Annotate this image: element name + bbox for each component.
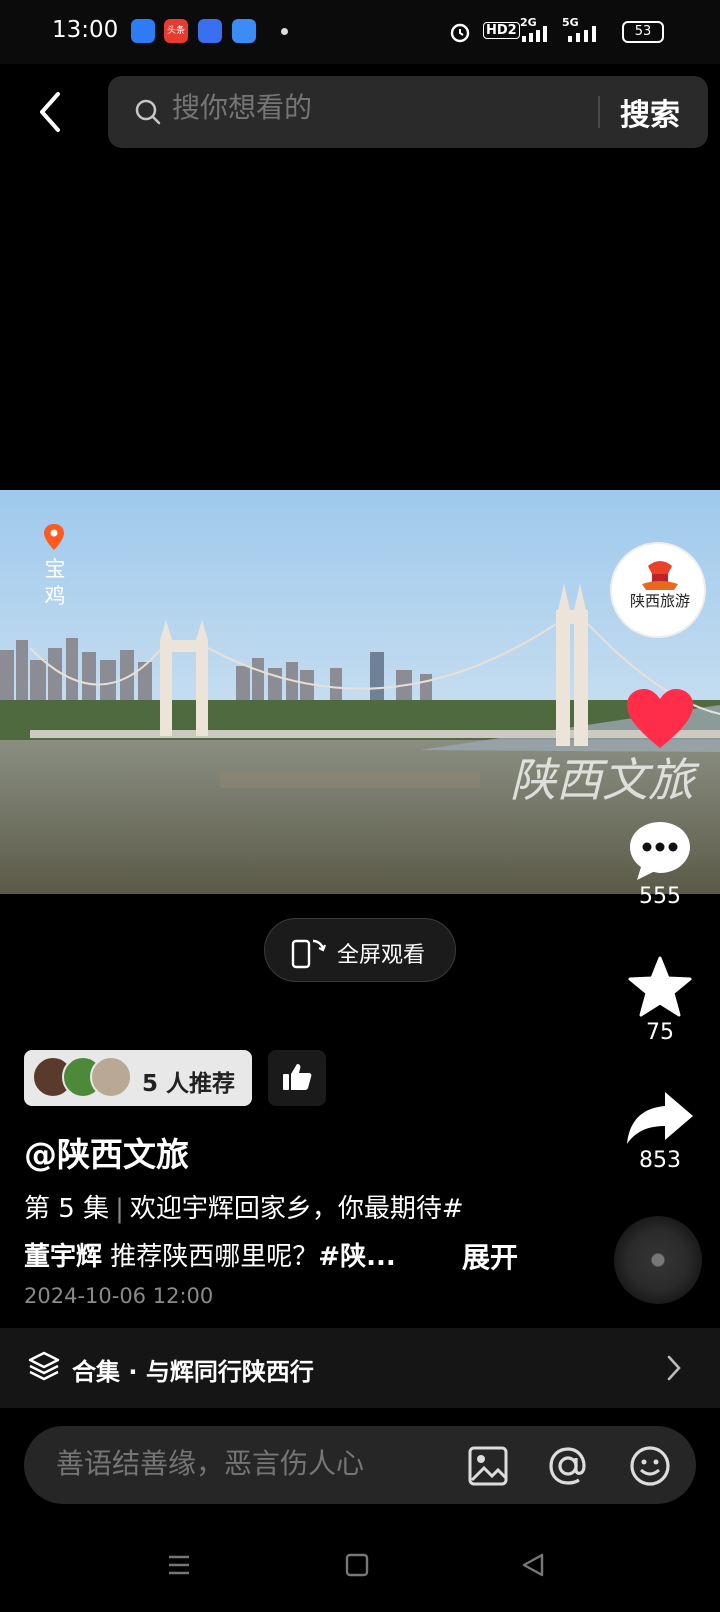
thumbs-up-button[interactable] — [268, 1050, 326, 1106]
menu-nav-icon[interactable] — [166, 1552, 192, 1578]
browser-app-icon — [131, 19, 155, 43]
share-count: 853 — [639, 1148, 681, 1173]
episode-separator: | — [115, 1194, 124, 1224]
shaanxi-tourism-logo: 陕西旅游 — [630, 561, 690, 610]
at-mention-icon[interactable] — [546, 1444, 590, 1488]
emoji-icon[interactable] — [628, 1444, 672, 1488]
recommend-box[interactable]: 5 人推荐 — [24, 1050, 252, 1106]
author-avatar[interactable]: 陕西旅游 — [610, 542, 706, 638]
favorite-action[interactable]: 75 — [620, 956, 700, 1045]
favorite-count: 75 — [646, 1020, 674, 1045]
collection-label: 合集 · 与辉同行陕西行 — [72, 1358, 314, 1386]
hd-indicator: HD2 — [483, 22, 520, 39]
search-divider — [598, 96, 600, 128]
recommend-count-label: 5 人推荐 — [142, 1071, 236, 1097]
hashtag-link[interactable]: #陕... — [318, 1242, 395, 1272]
comment-count: 555 — [639, 884, 681, 909]
description-line-1: 第 5 集 | 欢迎宇辉回家乡，你最期待# — [24, 1188, 464, 1225]
recommender-avatar — [90, 1056, 132, 1098]
home-nav-icon[interactable] — [344, 1552, 370, 1578]
comment-action[interactable]: 555 — [620, 820, 700, 909]
video-player[interactable]: 陕西文旅 — [0, 490, 720, 894]
expand-button[interactable]: 展开 — [462, 1236, 518, 1276]
heart-icon — [627, 689, 693, 748]
video-watermark: 陕西文旅 — [510, 753, 700, 807]
signal-5g-icon — [568, 26, 596, 42]
baidu-app-icon — [198, 19, 222, 43]
video-frame: 陕西文旅 — [0, 490, 720, 894]
status-bar: 13:00 头条 HD2 2G 5G 53 — [0, 0, 720, 64]
location-pin-icon — [44, 524, 64, 550]
status-time: 13:00 — [52, 17, 119, 43]
rotate-screen-icon — [291, 939, 327, 969]
star-icon — [628, 956, 692, 1017]
description-text: 欢迎宇辉回家乡，你最期待# — [129, 1194, 464, 1224]
search-app-icon — [232, 19, 256, 43]
battery-indicator: 53 — [622, 21, 664, 43]
image-icon[interactable] — [466, 1444, 510, 1488]
search-input[interactable] — [172, 92, 572, 124]
music-disc[interactable] — [614, 1216, 702, 1304]
mention-link[interactable]: 董宇辉 — [24, 1242, 102, 1272]
notification-dot — [281, 28, 288, 35]
description-text: 推荐陕西哪里呢？ — [102, 1242, 319, 1272]
chevron-right-icon — [667, 1355, 681, 1381]
author-name[interactable]: @陕西文旅 — [24, 1128, 189, 1176]
back-arrow-icon — [40, 92, 60, 132]
back-button[interactable] — [30, 88, 70, 136]
svg-text:陕西旅游: 陕西旅游 — [630, 592, 690, 610]
alarm-icon — [450, 23, 470, 43]
collection-bar[interactable]: 合集 · 与辉同行陕西行 — [0, 1328, 720, 1408]
signal-2g-icon — [522, 26, 547, 42]
fullscreen-button[interactable]: 全屏观看 — [264, 918, 456, 982]
back-nav-icon[interactable] — [520, 1552, 546, 1578]
thumbs-up-icon — [283, 1064, 312, 1090]
comment-input[interactable] — [56, 1448, 416, 1480]
system-nav-bar — [0, 1530, 720, 1612]
search-bar[interactable]: 搜索 — [108, 76, 708, 148]
layers-icon — [28, 1351, 60, 1381]
comment-bar[interactable] — [24, 1426, 696, 1504]
fullscreen-label: 全屏观看 — [337, 943, 426, 968]
share-action[interactable]: 853 — [620, 1090, 700, 1173]
post-date: 2024-10-06 12:00 — [24, 1284, 214, 1308]
search-icon — [135, 99, 161, 125]
search-button[interactable]: 搜索 — [620, 90, 680, 134]
episode-label[interactable]: 第 5 集 — [24, 1194, 109, 1224]
location-label: 宝鸡 — [44, 557, 66, 608]
share-arrow-icon — [627, 1092, 693, 1144]
comment-bubble-icon — [630, 822, 690, 880]
like-action[interactable] — [620, 688, 700, 750]
description-line-2: 董宇辉 推荐陕西哪里呢？#陕... — [24, 1236, 396, 1273]
toutiao-app-icon: 头条 — [164, 19, 188, 43]
